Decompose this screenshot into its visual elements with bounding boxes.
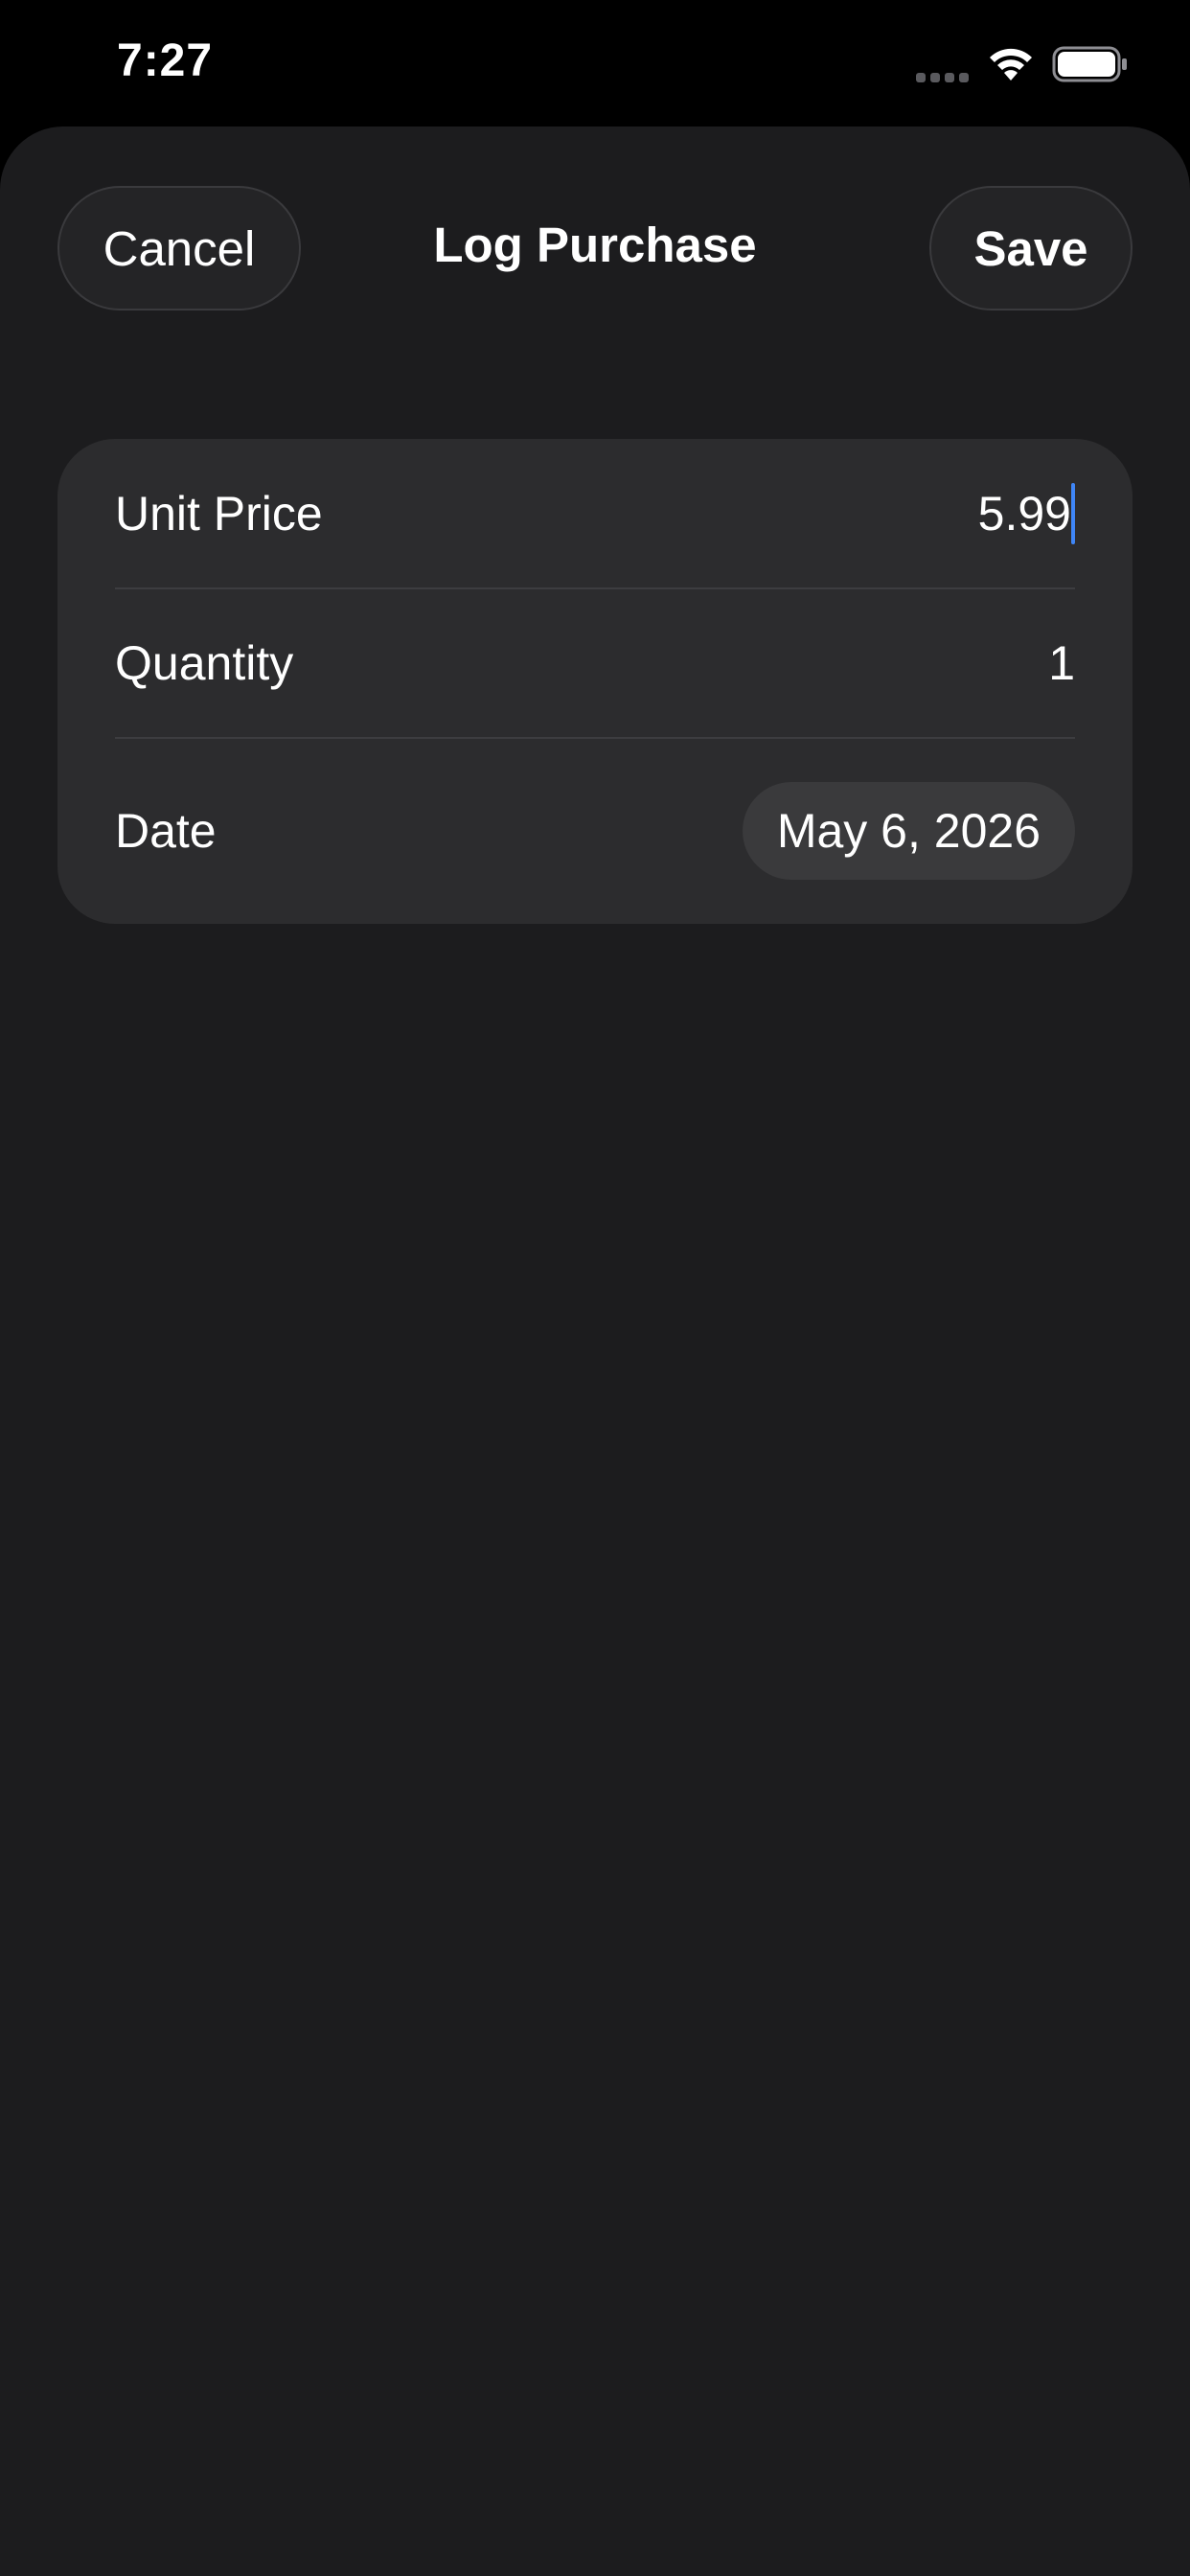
cellular-signal-icon xyxy=(916,73,969,82)
save-button[interactable]: Save xyxy=(929,186,1133,310)
unit-price-value[interactable]: 5.99 xyxy=(978,486,1071,541)
unit-price-field[interactable]: 5.99 xyxy=(978,483,1075,544)
quantity-row[interactable]: Quantity 1 xyxy=(115,588,1075,738)
purchase-form-card: Unit Price 5.99 Quantity 1 Date May 6, 2… xyxy=(57,439,1133,924)
date-label: Date xyxy=(115,804,217,858)
unit-price-row[interactable]: Unit Price 5.99 xyxy=(115,439,1075,588)
text-cursor xyxy=(1071,483,1075,544)
date-picker-button[interactable]: May 6, 2026 xyxy=(742,782,1075,880)
quantity-field[interactable]: 1 xyxy=(1048,635,1075,691)
status-time: 7:27 xyxy=(117,35,214,86)
quantity-label: Quantity xyxy=(115,636,294,690)
unit-price-label: Unit Price xyxy=(115,487,323,540)
wifi-icon xyxy=(990,48,1032,80)
battery-icon xyxy=(1052,46,1127,82)
log-purchase-sheet: Cancel Log Purchase Save Unit Price 5.99… xyxy=(0,126,1190,2576)
date-row: Date May 6, 2026 xyxy=(115,738,1075,924)
status-bar: 7:27 xyxy=(0,0,1190,126)
cancel-button[interactable]: Cancel xyxy=(57,186,301,310)
